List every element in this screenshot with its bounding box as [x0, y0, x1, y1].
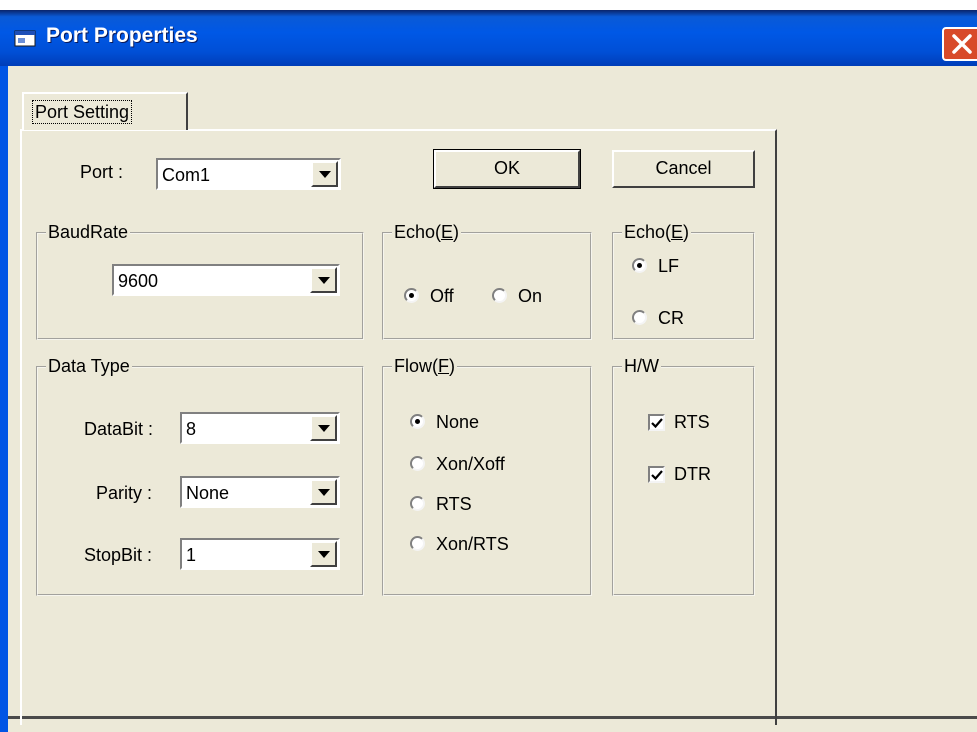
stopbit-label: StopBit :: [84, 545, 153, 565]
tab-label: Port Setting: [32, 100, 133, 124]
port-properties-window: Port Properties Port Setting Port : Com1…: [0, 10, 977, 732]
flow-xon-xoff-label: Xon/Xoff: [436, 454, 505, 474]
flow-xon-rts-label: Xon/RTS: [436, 534, 509, 554]
chevron-down-icon: [318, 277, 330, 284]
stopbit-value: 1: [186, 545, 197, 565]
databit-value: 8: [186, 419, 197, 439]
title-bar[interactable]: Port Properties: [0, 10, 977, 66]
dtr-checkbox[interactable]: [648, 466, 665, 483]
chevron-down-icon: [318, 489, 330, 496]
echo-group: Echo(E): [382, 221, 592, 340]
stopbit-select[interactable]: 1: [180, 538, 340, 570]
rts-checkbox[interactable]: [648, 414, 665, 431]
window-left-border: [0, 66, 8, 732]
dtr-label: DTR: [674, 464, 711, 484]
tab-port-setting[interactable]: Port Setting: [22, 92, 188, 130]
ok-button[interactable]: OK: [433, 149, 581, 189]
baudrate-dropdown-button[interactable]: [310, 267, 337, 293]
echo-lf-radio[interactable]: [632, 258, 647, 273]
rts-label: RTS: [674, 412, 710, 432]
echo-lf-label: LF: [658, 256, 680, 276]
flow-xon-xoff-radio[interactable]: [410, 456, 425, 471]
port-value: Com1: [162, 165, 211, 185]
parity-value: None: [186, 483, 230, 503]
checkmark-icon: [651, 418, 663, 429]
flow-rts-label: RTS: [436, 494, 472, 514]
baudrate-value: 9600: [118, 271, 159, 291]
chevron-down-icon: [318, 425, 330, 432]
data-type-group-title: Data Type: [46, 355, 132, 377]
echo-group-title: Echo(E): [392, 221, 462, 243]
parity-select[interactable]: None: [180, 476, 340, 508]
echo-line-ending-group-title: Echo(E): [622, 221, 692, 243]
hw-group-title: H/W: [622, 355, 661, 377]
databit-select[interactable]: 8: [180, 412, 340, 444]
port-dropdown-button[interactable]: [311, 161, 338, 187]
flow-xon-rts-radio[interactable]: [410, 536, 425, 551]
echo-cr-label: CR: [658, 308, 684, 328]
stopbit-dropdown-button[interactable]: [310, 541, 337, 567]
echo-off-label: Off: [430, 286, 454, 306]
databit-dropdown-button[interactable]: [310, 415, 337, 441]
echo-on-label: On: [518, 286, 543, 306]
echo-on-radio[interactable]: [492, 288, 507, 303]
databit-label: DataBit :: [84, 419, 154, 439]
port-label: Port :: [80, 162, 124, 182]
flow-none-radio[interactable]: [410, 414, 425, 429]
echo-off-radio[interactable]: [404, 288, 419, 303]
app-window-icon: [14, 30, 36, 47]
port-select[interactable]: Com1: [156, 158, 341, 190]
parity-label: Parity :: [96, 483, 153, 503]
baudrate-group-title: BaudRate: [46, 221, 131, 243]
close-icon: [952, 34, 972, 54]
flow-group-title: Flow(F): [392, 355, 457, 377]
cancel-button[interactable]: Cancel: [612, 150, 755, 188]
window-title: Port Properties: [46, 24, 198, 47]
parity-dropdown-button[interactable]: [310, 479, 337, 505]
flow-rts-radio[interactable]: [410, 496, 425, 511]
flow-group: Flow(F): [382, 355, 592, 596]
checkmark-icon: [651, 470, 663, 481]
baudrate-select[interactable]: 9600: [112, 264, 340, 296]
chevron-down-icon: [318, 551, 330, 558]
flow-none-label: None: [436, 412, 480, 432]
chevron-down-icon: [319, 171, 331, 178]
close-button[interactable]: [942, 27, 977, 61]
echo-cr-radio[interactable]: [632, 310, 647, 325]
